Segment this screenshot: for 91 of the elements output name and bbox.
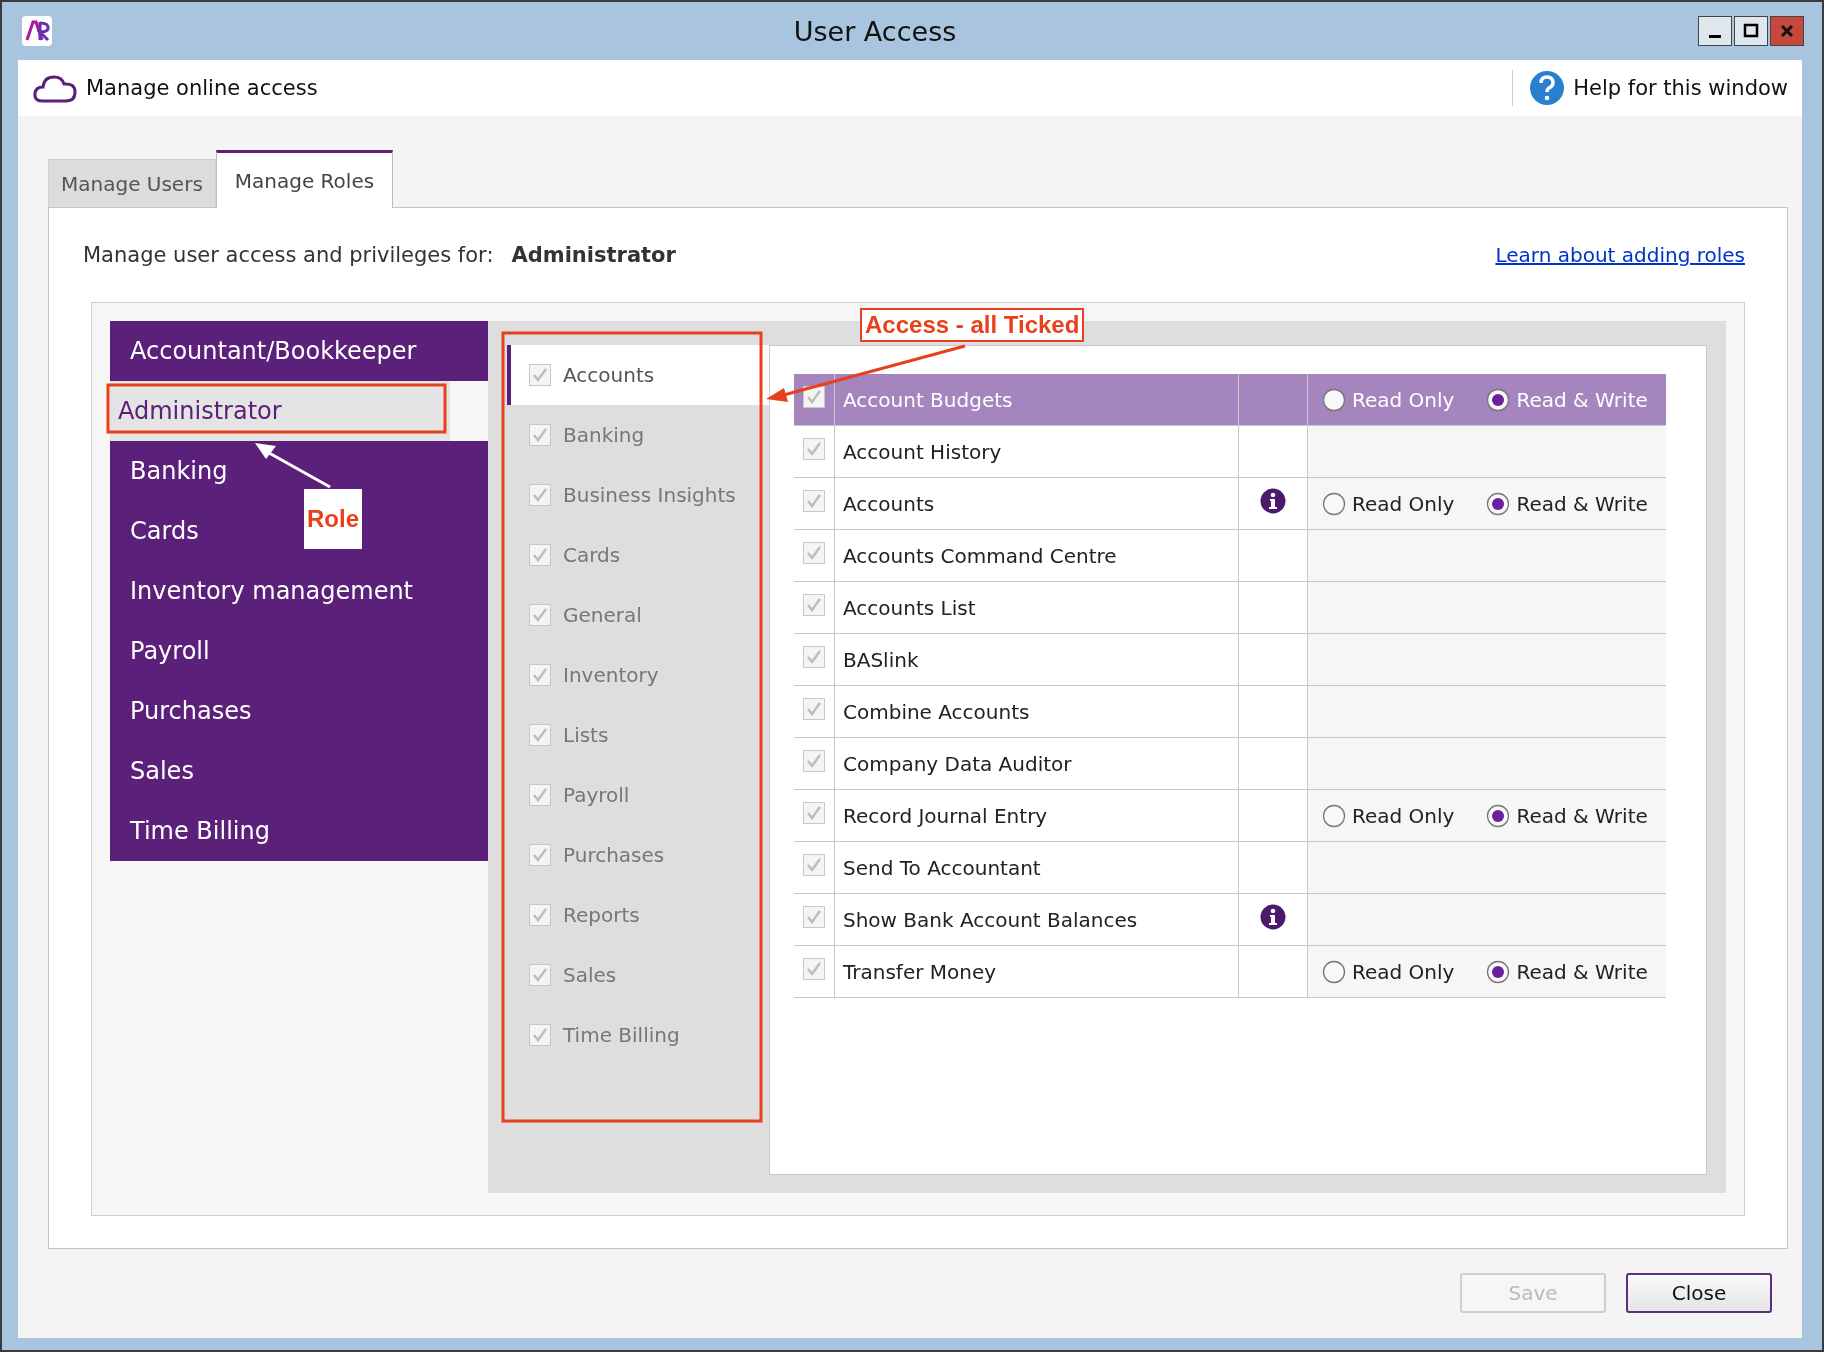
radio-button[interactable] bbox=[1322, 803, 1346, 828]
checkbox[interactable] bbox=[529, 844, 551, 866]
permission-name: Show Bank Account Balances bbox=[843, 907, 1138, 932]
radio-button[interactable] bbox=[1486, 803, 1511, 828]
checkbox[interactable] bbox=[803, 438, 825, 460]
radio-label: Read Only bbox=[1352, 387, 1455, 412]
checkbox[interactable] bbox=[529, 484, 551, 506]
radio-label: Read Only bbox=[1352, 959, 1455, 984]
permission-row[interactable]: Account History bbox=[794, 425, 1666, 478]
maximize-button[interactable] bbox=[1734, 16, 1768, 46]
role-item[interactable]: Payroll bbox=[110, 621, 488, 681]
radio-button[interactable] bbox=[1322, 387, 1346, 412]
checkbox[interactable] bbox=[803, 490, 825, 512]
radio-label: Read & Write bbox=[1516, 387, 1648, 412]
permission-row[interactable]: BASlink bbox=[794, 633, 1666, 686]
radio-button[interactable] bbox=[1486, 959, 1511, 984]
close-icon bbox=[1779, 23, 1795, 39]
permission-name: Combine Accounts bbox=[843, 699, 1030, 724]
role-item[interactable]: Purchases bbox=[110, 681, 488, 741]
checkbox[interactable] bbox=[803, 750, 825, 772]
permission-name: Transfer Money bbox=[843, 959, 997, 984]
annotation-label: Role bbox=[304, 489, 362, 549]
checkbox[interactable] bbox=[529, 964, 551, 986]
checkbox[interactable] bbox=[529, 904, 551, 926]
checkbox[interactable] bbox=[803, 698, 825, 720]
radio-button[interactable] bbox=[1486, 491, 1511, 516]
radio-button[interactable] bbox=[1322, 491, 1346, 516]
annotation-label: Access - all Ticked bbox=[860, 308, 1085, 342]
checkbox[interactable] bbox=[803, 906, 825, 928]
minimize-button[interactable] bbox=[1698, 16, 1732, 46]
permission-name: BASlink bbox=[843, 647, 919, 672]
role-name: Administrator bbox=[511, 243, 676, 267]
checkbox[interactable] bbox=[803, 802, 825, 824]
checkbox[interactable] bbox=[803, 646, 825, 668]
checkbox[interactable] bbox=[529, 424, 551, 446]
permission-name: Record Journal Entry bbox=[843, 803, 1048, 828]
radio-label: Read Only bbox=[1352, 491, 1455, 516]
window-title: User Access bbox=[792, 15, 958, 47]
privileges-label: Manage user access and privileges for: bbox=[83, 243, 494, 267]
help-icon[interactable] bbox=[1529, 70, 1566, 106]
radio-label: Read & Write bbox=[1516, 959, 1648, 984]
checkbox[interactable] bbox=[529, 724, 551, 746]
radio-label: Read & Write bbox=[1516, 803, 1648, 828]
permission-row[interactable]: Accounts List bbox=[794, 581, 1666, 634]
dialog-button[interactable]: Close bbox=[1626, 1273, 1772, 1313]
role-item[interactable]: Sales bbox=[110, 741, 488, 801]
online-access-link[interactable]: Manage online access bbox=[86, 76, 318, 100]
permission-row[interactable]: Send To Accountant bbox=[794, 841, 1666, 894]
permission-row[interactable]: Company Data Auditor bbox=[794, 737, 1666, 790]
radio-button[interactable] bbox=[1486, 387, 1511, 412]
permission-name: Send To Accountant bbox=[843, 855, 1041, 880]
checkbox[interactable] bbox=[529, 664, 551, 686]
checkbox[interactable] bbox=[529, 784, 551, 806]
info-icon[interactable] bbox=[1260, 904, 1286, 930]
permission-name: Account History bbox=[843, 439, 1002, 464]
radio-button[interactable] bbox=[1322, 959, 1346, 984]
radio-label: Read Only bbox=[1352, 803, 1455, 828]
info-icon[interactable] bbox=[1260, 488, 1286, 514]
permission-name: Accounts bbox=[843, 491, 935, 516]
permission-name: Account Budgets bbox=[843, 387, 1013, 412]
radio-label: Read & Write bbox=[1516, 491, 1648, 516]
app-logo bbox=[22, 16, 52, 46]
checkbox[interactable] bbox=[803, 854, 825, 876]
category-item[interactable]: Accounts bbox=[507, 345, 769, 405]
close-button[interactable] bbox=[1770, 16, 1804, 46]
permission-row[interactable]: Combine Accounts bbox=[794, 685, 1666, 738]
permission-row[interactable]: Transfer Money Read Only Read & Write bbox=[794, 945, 1666, 998]
permission-name: Company Data Auditor bbox=[843, 751, 1072, 776]
role-item[interactable]: Banking bbox=[110, 441, 488, 501]
role-item[interactable]: Inventory management bbox=[110, 561, 488, 621]
permission-name: Accounts Command Centre bbox=[843, 543, 1117, 568]
permission-row[interactable]: Record Journal Entry Read Only Read & Write bbox=[794, 789, 1666, 842]
permission-name: Accounts List bbox=[843, 595, 976, 620]
checkbox[interactable] bbox=[803, 542, 825, 564]
checkbox[interactable] bbox=[529, 544, 551, 566]
checkbox[interactable] bbox=[529, 364, 551, 386]
role-item[interactable]: Accountant/Bookkeeper bbox=[110, 321, 488, 381]
checkbox[interactable] bbox=[529, 604, 551, 626]
maximize-icon bbox=[1743, 23, 1759, 39]
role-item[interactable]: Time Billing bbox=[110, 801, 488, 861]
tab[interactable]: Manage Roles bbox=[215, 150, 394, 208]
checkbox[interactable] bbox=[803, 594, 825, 616]
minimize-icon bbox=[1709, 34, 1721, 38]
checkbox[interactable] bbox=[803, 958, 825, 980]
help-link[interactable]: Help for this window bbox=[1573, 76, 1788, 100]
permission-row[interactable]: Accounts Command Centre bbox=[794, 529, 1666, 582]
permission-row[interactable]: Accounts Read Only Read & Write bbox=[794, 477, 1666, 530]
learn-link[interactable]: Learn about adding roles bbox=[1495, 243, 1745, 267]
tab[interactable]: Manage Users bbox=[48, 159, 216, 207]
permission-row[interactable]: Show Bank Account Balances bbox=[794, 893, 1666, 946]
checkbox[interactable] bbox=[529, 1024, 551, 1046]
